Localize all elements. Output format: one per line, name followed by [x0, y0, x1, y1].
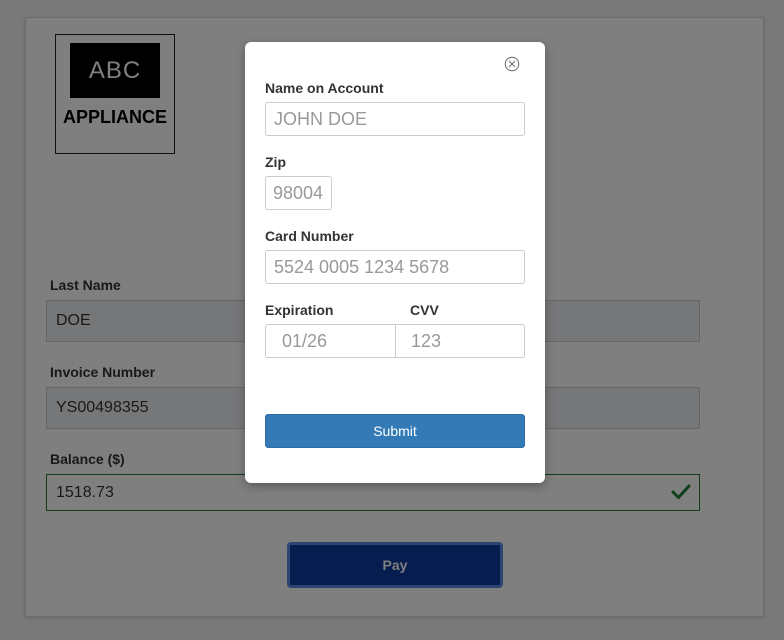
name-on-account-input[interactable]: JOHN DOE	[265, 102, 525, 136]
cvv-label: CVV	[410, 302, 439, 318]
close-icon[interactable]	[504, 56, 520, 72]
zip-input[interactable]: 98004	[265, 176, 332, 210]
zip-label: Zip	[265, 154, 286, 170]
expiration-input[interactable]: 01/26	[265, 324, 396, 358]
expiration-label: Expiration	[265, 302, 334, 318]
card-payment-modal: Name on Account JOHN DOE Zip 98004 Card …	[245, 42, 545, 483]
submit-button[interactable]: Submit	[265, 414, 525, 448]
cvv-input[interactable]: 123	[395, 324, 525, 358]
card-number-input[interactable]: 5524 0005 1234 5678	[265, 250, 525, 284]
name-on-account-label: Name on Account	[265, 80, 384, 96]
card-number-label: Card Number	[265, 228, 354, 244]
